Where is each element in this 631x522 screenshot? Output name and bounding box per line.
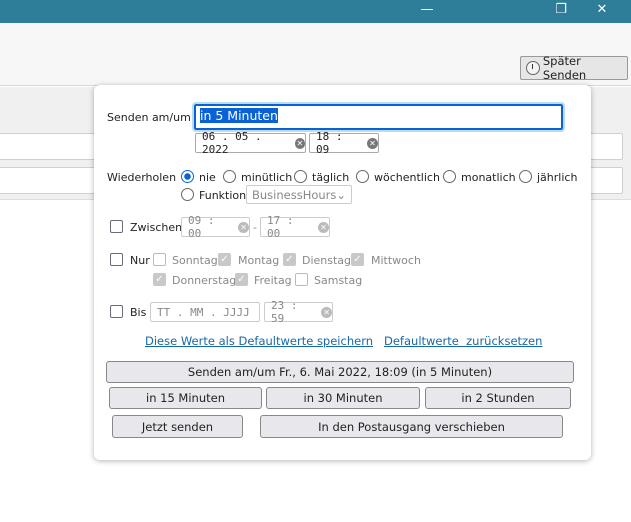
between-label: Zwischen <box>130 221 183 234</box>
dash: - <box>253 221 257 234</box>
date-field[interactable]: 06 . 05 . 2022 ✕ <box>195 130 306 156</box>
title-bar <box>0 0 631 23</box>
day-checkbox-sunday[interactable] <box>153 253 166 266</box>
radio-label: Funktion <box>199 189 247 202</box>
radio-label: wöchentlich <box>374 171 440 184</box>
send-at-label: Senden am/um <box>107 111 191 124</box>
radio-weekly[interactable] <box>356 170 369 183</box>
clear-icon[interactable]: ✕ <box>318 221 329 233</box>
radio-label: minütlich <box>241 171 293 184</box>
day-checkbox-monday[interactable]: ✓ <box>218 253 231 266</box>
minimize-button[interactable]: — <box>417 2 437 17</box>
day-checkbox-thursday[interactable]: ✓ <box>153 273 166 286</box>
send-now-button[interactable]: Jetzt senden <box>112 415 243 438</box>
until-time-field[interactable]: 23 : 59 ✕ <box>264 299 333 325</box>
move-to-outbox-button[interactable]: In den Postausgang verschieben <box>260 415 563 438</box>
in-30-minutes-button[interactable]: in 30 Minuten <box>266 387 420 409</box>
send-at-input[interactable]: in 5 Minuten <box>192 102 565 132</box>
between-from-field[interactable]: 09 : 00 ✕ <box>181 214 250 240</box>
save-defaults-link[interactable]: Diese Werte als Defaultwerte speichern <box>145 334 373 348</box>
later-send-button[interactable]: Später Senden <box>520 54 628 82</box>
between-to-field[interactable]: 17 : 00 ✕ <box>260 214 330 240</box>
clear-icon[interactable]: ✕ <box>321 306 332 318</box>
send-at-button[interactable]: Senden am/um Fr., 6. Mai 2022, 18:09 (in… <box>106 361 574 383</box>
radio-label: täglich <box>312 171 350 184</box>
function-select[interactable]: BusinessHours ⌄ <box>246 185 352 204</box>
close-button[interactable]: ✕ <box>592 2 612 17</box>
day-label: Mittwoch <box>371 254 421 267</box>
clear-icon[interactable]: ✕ <box>294 137 305 149</box>
clear-icon[interactable]: ✕ <box>367 137 378 149</box>
day-label: Donnerstag <box>172 274 237 287</box>
only-label: Nur <box>130 254 150 267</box>
day-checkbox-wednesday[interactable]: ✓ <box>351 253 364 266</box>
in-15-minutes-button[interactable]: in 15 Minuten <box>109 387 262 409</box>
between-checkbox[interactable] <box>110 220 123 233</box>
day-label: Dienstag <box>302 254 352 267</box>
day-checkbox-friday[interactable]: ✓ <box>235 273 248 286</box>
in-2-hours-button[interactable]: in 2 Stunden <box>425 387 571 409</box>
until-checkbox[interactable] <box>110 305 123 318</box>
later-send-label: Später Senden <box>542 54 587 82</box>
until-date-field[interactable]: TT . MM . JJJJ <box>150 302 260 322</box>
radio-daily[interactable] <box>294 170 307 183</box>
radio-function[interactable] <box>181 188 194 201</box>
repeat-label: Wiederholen <box>107 171 177 184</box>
day-label: Montag <box>238 254 280 267</box>
day-label: Samstag <box>314 274 363 287</box>
radio-label: monatlich <box>461 171 516 184</box>
day-label: Freitag <box>254 274 292 287</box>
clear-icon[interactable]: ✕ <box>238 221 249 233</box>
radio-minutely[interactable] <box>223 170 236 183</box>
only-checkbox[interactable] <box>110 253 123 266</box>
time-field[interactable]: 18 : 09 ✕ <box>309 130 379 156</box>
day-label: Sonntag <box>172 254 218 267</box>
radio-label: nie <box>199 171 216 184</box>
radio-monthly[interactable] <box>443 170 456 183</box>
radio-never[interactable] <box>181 170 194 183</box>
clock-icon <box>526 61 540 75</box>
day-checkbox-saturday[interactable] <box>295 273 308 286</box>
until-label: Bis <box>130 306 147 319</box>
chevron-down-icon: ⌄ <box>336 187 347 202</box>
restore-button[interactable]: ❐ <box>551 2 571 17</box>
reset-defaults-link[interactable]: Defaultwerte zurücksetzen <box>384 334 542 348</box>
radio-label: jährlich <box>537 171 578 184</box>
radio-yearly[interactable] <box>519 170 532 183</box>
day-checkbox-tuesday[interactable]: ✓ <box>283 253 296 266</box>
